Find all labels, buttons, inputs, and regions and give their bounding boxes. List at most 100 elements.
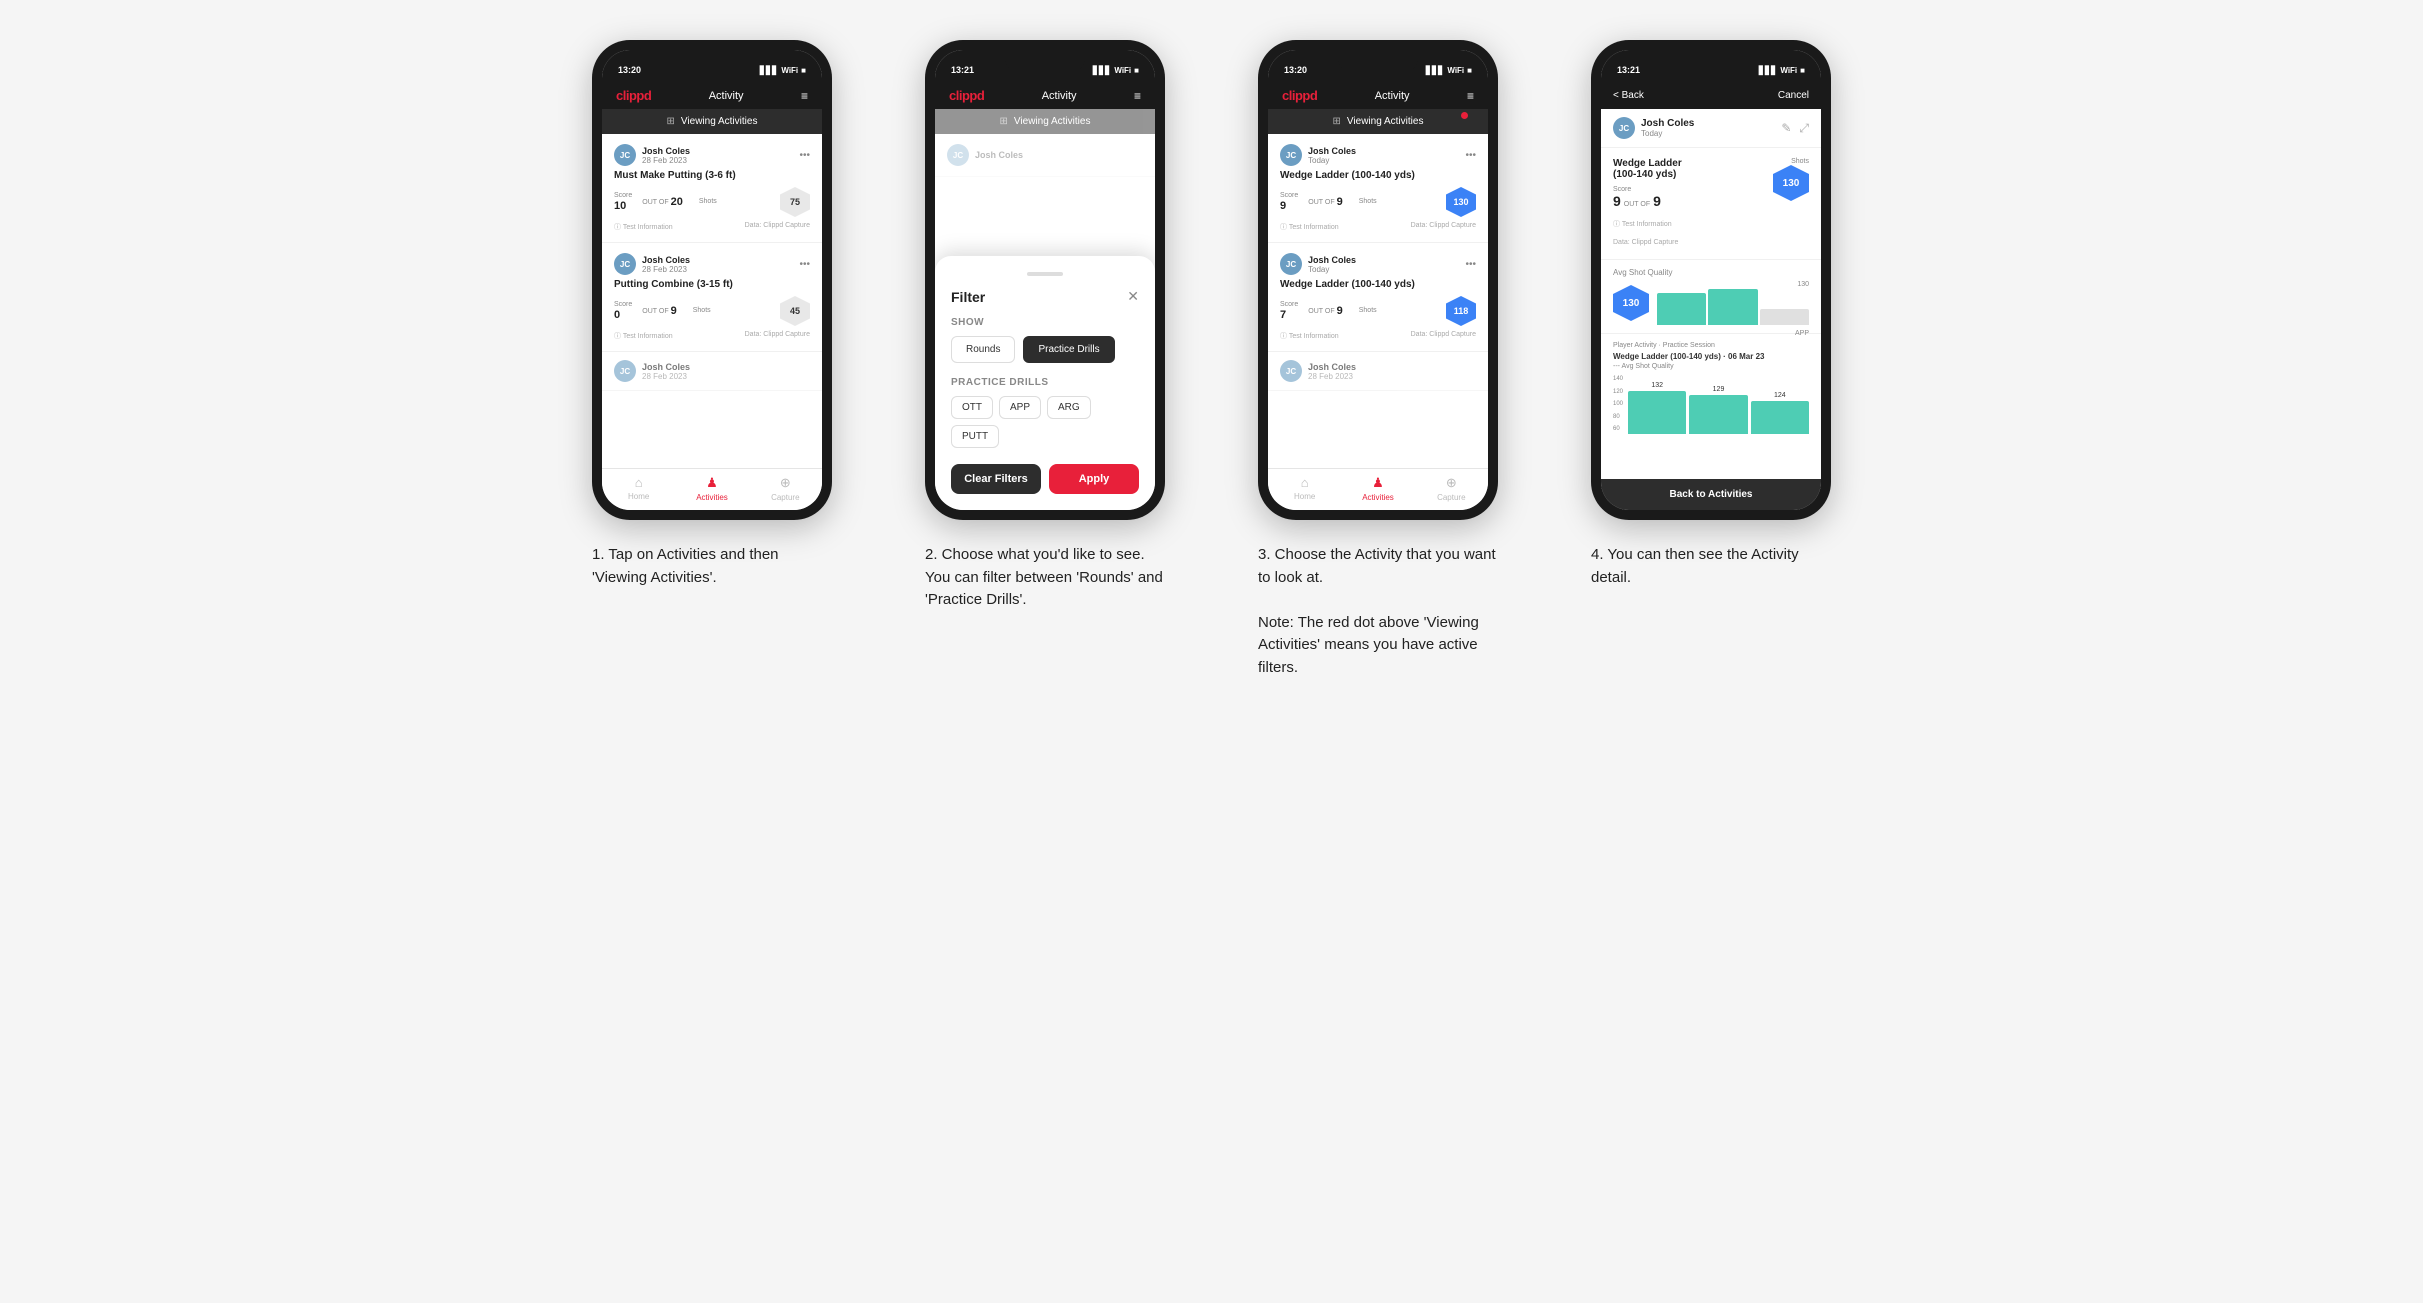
viewing-bar-1[interactable]: ⊞ Viewing Activities [602,109,822,134]
activity-list-3: JC Josh Coles Today ••• Wedge Ladder (10… [1268,134,1488,468]
filter-tag-ott-2[interactable]: OTT [951,396,993,419]
filter-tag-arg-2[interactable]: ARG [1047,396,1091,419]
activity-item-3-2[interactable]: JC Josh Coles Today ••• Wedge Ladder (10… [1268,243,1488,352]
home-icon-1: ⌂ [635,475,643,490]
avg-quality-row-4: 130 130 APP [1613,281,1809,325]
shots-label-1-2: Shots [693,307,711,314]
user-date-1-1: 28 Feb 2023 [642,156,690,165]
activity-item-1-1[interactable]: JC Josh Coles 28 Feb 2023 ••• Must Make … [602,134,822,243]
user-date-3-1: Today [1308,156,1356,165]
activities-icon-1: ♟ [706,475,718,491]
detail-info-text-4: ⓘ Test Information [1613,221,1672,228]
detail-stats-4: Score 9 OUT OF 9 [1613,186,1682,209]
wifi-icon-2: WiFi [1114,66,1131,75]
back-to-activities-btn-4[interactable]: Back to Activities [1601,479,1821,510]
nav-item-capture-1[interactable]: ⊕ Capture [749,475,822,502]
phone-inner-3: 13:20 ▋▋▋ WiFi ■ clippd Activity ≡ ⊞ V [1268,50,1488,510]
info-left-3-1: ⓘ Test Information [1280,222,1339,232]
user-name-3-3: Josh Coles [1308,362,1356,372]
signal-icon-1: ▋▋▋ [760,66,778,75]
dots-menu-1-1[interactable]: ••• [799,150,810,161]
filter-practice-btn-2[interactable]: Practice Drills [1023,336,1114,363]
nav-item-activities-1[interactable]: ♟ Activities [675,475,748,502]
filter-tag-app-2[interactable]: APP [999,396,1041,419]
activity-item-header-1-1: JC Josh Coles 28 Feb 2023 ••• [614,144,810,166]
shots-label-3-1: Shots [1359,198,1377,205]
activity-item-1-3[interactable]: JC Josh Coles 28 Feb 2023 [602,352,822,391]
activity-title-1-2: Putting Combine (3-15 ft) [614,279,810,290]
bar-3-4 [1751,401,1809,434]
shots-label-3-2: Shots [1359,307,1377,314]
clear-filters-btn-2[interactable]: Clear Filters [951,464,1041,494]
viewing-bar-3[interactable]: ⊞ Viewing Activities [1268,109,1488,134]
capture-label-3: Capture [1437,493,1465,502]
close-btn-2[interactable]: ✕ [1127,288,1139,305]
app-header-title-1: Activity [709,90,744,102]
nav-item-home-1[interactable]: ⌂ Home [602,475,675,502]
activity-title-1-1: Must Make Putting (3-6 ft) [614,170,810,181]
shots-label-1-1: Shots [699,198,717,205]
filter-tag-putt-2[interactable]: PUTT [951,425,999,448]
stat-outof-3-2: OUT OF 9 [1308,305,1342,317]
hamburger-icon-1[interactable]: ≡ [801,89,808,103]
score-label-1-1: Score [614,192,632,199]
nav-item-activities-3[interactable]: ♟ Activities [1341,475,1414,502]
cancel-btn-4[interactable]: Cancel [1778,90,1809,101]
activity-item-header-1-2: JC Josh Coles 28 Feb 2023 ••• [614,253,810,275]
battery-icon-2: ■ [1134,66,1139,75]
filter-practice-label-2: Practice Drills [951,377,1139,388]
chart-bar3-4 [1760,309,1809,325]
info-row-3-1: ⓘ Test Information Data: Clippd Capture [1280,222,1476,232]
stat-block-shots-1-2: Shots [693,307,711,315]
dots-menu-3-1[interactable]: ••• [1465,150,1476,161]
detail-score-block-4: Score 9 OUT OF 9 [1613,186,1661,209]
status-icons-4: ▋▋▋ WiFi ■ [1759,66,1805,75]
y-label-100-4: 100 [1613,401,1623,407]
detail-shots-value-4: 9 [1653,193,1661,209]
user-text-1-1: Josh Coles 28 Feb 2023 [642,146,690,165]
nav-item-capture-3[interactable]: ⊕ Capture [1415,475,1488,502]
dots-menu-1-2[interactable]: ••• [799,259,810,270]
phone-notch-1 [672,50,752,72]
capture-icon-3: ⊕ [1446,475,1457,491]
app-header-title-2: Activity [1042,90,1077,102]
time-4: 13:21 [1617,65,1640,75]
dimmed-user-name-2: Josh Coles [975,150,1023,160]
chart-bar2-4 [1708,289,1757,325]
back-btn-4[interactable]: < Back [1613,90,1644,101]
description-4: 4. You can then see the Activity detail. [1591,544,1831,589]
stat-outof-1-1: OUT OF 20 [642,196,683,208]
filter-actions-2: Clear Filters Apply [951,464,1139,494]
score-label-1-2: Score [614,301,632,308]
app-logo-1: clippd [616,88,651,103]
user-text-1-2: Josh Coles 28 Feb 2023 [642,255,690,274]
nav-item-home-3[interactable]: ⌂ Home [1268,475,1341,502]
bottom-nav-3: ⌂ Home ♟ Activities ⊕ Capture [1268,468,1488,510]
detail-score-label-4: Score [1613,186,1661,193]
hamburger-icon-3[interactable]: ≡ [1467,89,1474,103]
activity-item-3-3[interactable]: JC Josh Coles 28 Feb 2023 [1268,352,1488,391]
apply-btn-2[interactable]: Apply [1049,464,1139,494]
app-header-3: clippd Activity ≡ [1268,82,1488,109]
status-icons-1: ▋▋▋ WiFi ■ [760,66,806,75]
activity-item-3-1[interactable]: JC Josh Coles Today ••• Wedge Ladder (10… [1268,134,1488,243]
chart-section-4: Avg Shot Quality 130 130 APP [1601,260,1821,334]
edit-icon-4[interactable]: ✎ [1781,121,1791,136]
avatar-1-2: JC [614,253,636,275]
user-info-3-2: JC Josh Coles Today [1280,253,1356,275]
expand-icon-4[interactable]: ⤢ [1799,121,1809,136]
filter-header-2: Filter ✕ [951,288,1139,305]
filter-icon-1: ⊞ [667,116,675,127]
info-left-3-2: ⓘ Test Information [1280,331,1339,341]
phone-notch-2 [1005,50,1085,72]
y-label-60-4: 60 [1613,426,1623,432]
filter-icon-3: ⊞ [1333,116,1341,127]
filter-rounds-btn-2[interactable]: Rounds [951,336,1015,363]
chart-val-label-4: 130 [1797,281,1809,288]
wifi-icon-4: WiFi [1780,66,1797,75]
activity-item-1-2[interactable]: JC Josh Coles 28 Feb 2023 ••• Putting Co… [602,243,822,352]
dots-menu-3-2[interactable]: ••• [1465,259,1476,270]
y-label-140-4: 140 [1613,376,1623,382]
hamburger-icon-2[interactable]: ≡ [1134,89,1141,103]
viewing-bar-text-1: Viewing Activities [681,116,758,127]
